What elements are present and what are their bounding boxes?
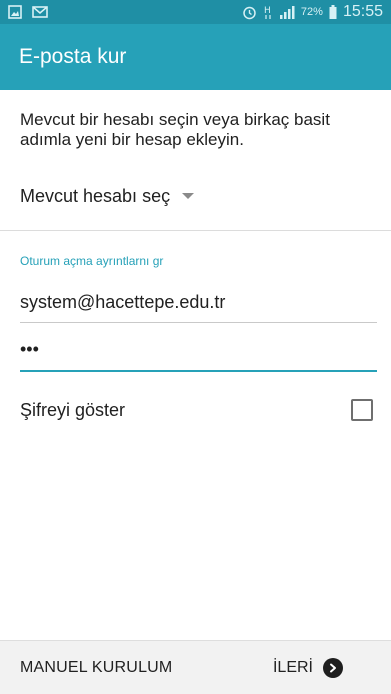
chevron-right-icon (323, 657, 343, 678)
show-password-checkbox[interactable] (351, 399, 373, 421)
battery-percent: 72% (300, 6, 323, 18)
bottom-bar: MANUEL KURULUM İLERİ (0, 640, 391, 694)
battery-icon (329, 5, 337, 19)
next-button-label: İLERİ (272, 658, 313, 676)
login-section-label: Oturum açma ayrıntlarnı gr (20, 254, 164, 268)
account-select-label: Mevcut hesabı seç (20, 185, 171, 206)
status-bar: H 72% 15:55 (0, 0, 391, 24)
manual-setup-button[interactable]: MANUEL KURULUM (20, 659, 172, 677)
page-title: E-posta kur (19, 45, 127, 68)
account-select-dropdown[interactable]: Mevcut hesabı seç (20, 184, 195, 208)
mail-icon (32, 6, 48, 18)
show-password-row[interactable]: Şifreyi göster (20, 398, 373, 422)
app-bar: E-posta kur (0, 24, 391, 90)
caret-down-icon (182, 193, 195, 199)
password-field[interactable]: ••• (20, 328, 377, 372)
intro-text: Mevcut bir hesabı seçin veya birkaç basi… (20, 110, 330, 149)
clock: 15:55 (342, 3, 383, 20)
alarm-icon (242, 5, 257, 20)
next-button[interactable]: İLERİ (272, 657, 343, 678)
show-password-label: Şifreyi göster (20, 399, 126, 420)
network-h-icon: H (263, 4, 273, 20)
divider (0, 230, 391, 231)
signal-icon (279, 5, 295, 19)
email-field[interactable]: system@hacettepe.edu.tr (20, 282, 377, 323)
gallery-icon (8, 5, 22, 19)
svg-text:H: H (264, 6, 271, 16)
